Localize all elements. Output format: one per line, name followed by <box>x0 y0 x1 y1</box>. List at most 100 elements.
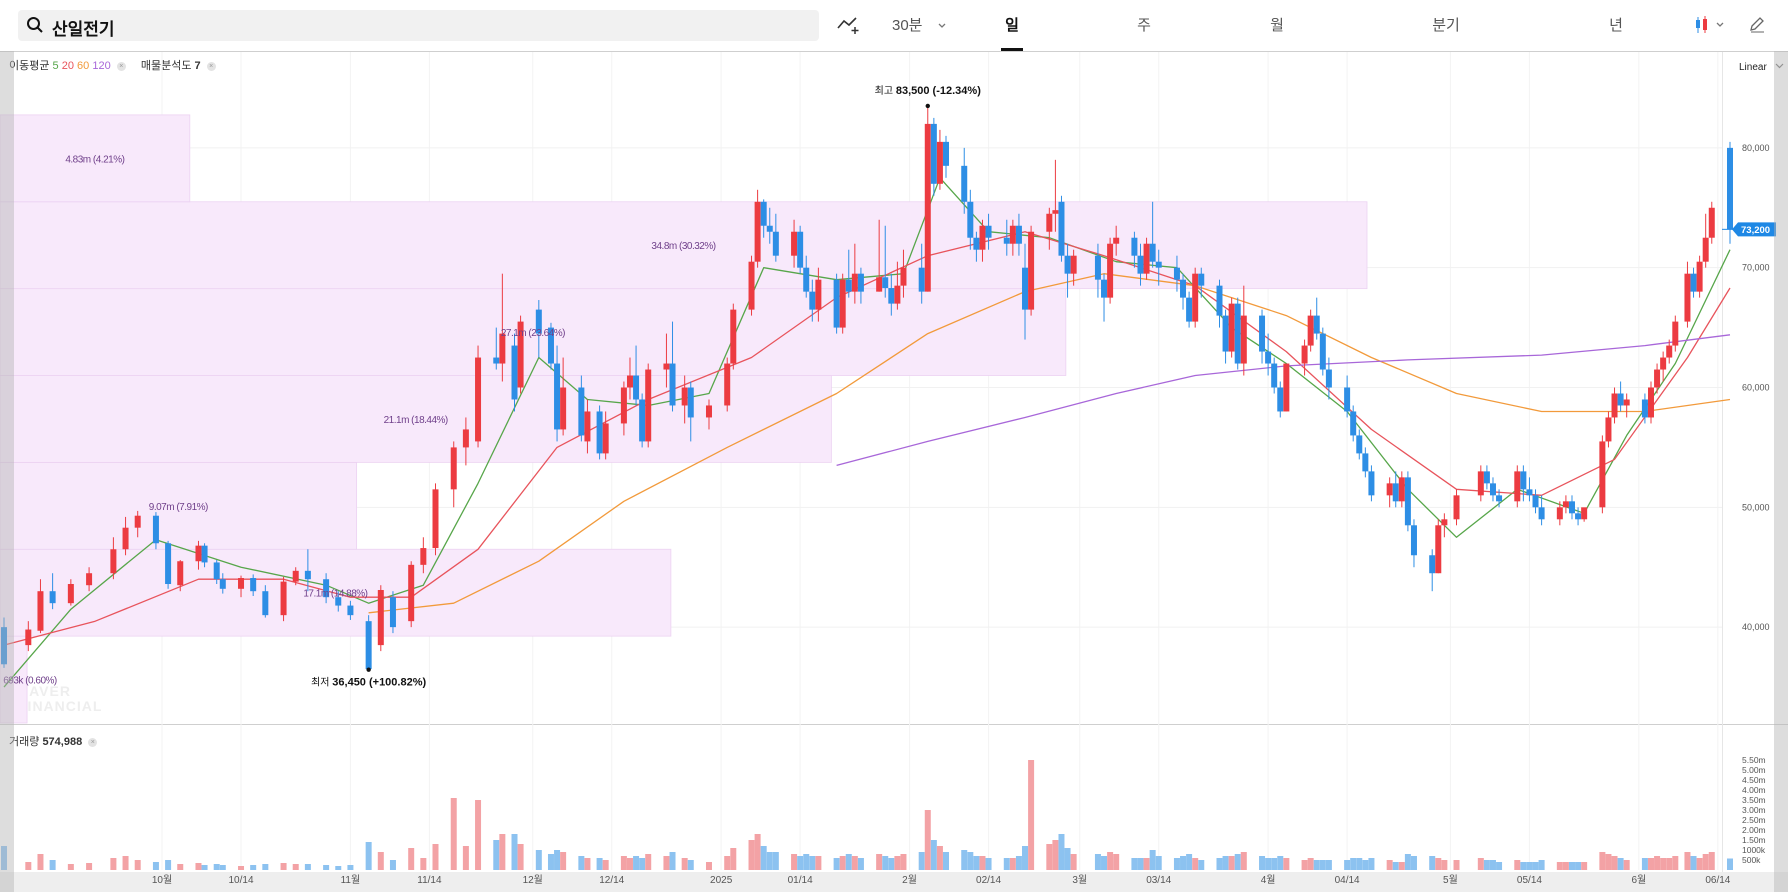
candle-body <box>1277 387 1284 412</box>
scale-label: Linear <box>1739 62 1767 73</box>
interval-dropdown[interactable]: 30분 <box>892 14 947 35</box>
volume-bar <box>1392 862 1399 870</box>
candle-body <box>620 387 627 424</box>
search-input[interactable]: 산일전기 <box>52 15 115 40</box>
x-tick-label: 2월 <box>902 874 917 886</box>
candle-body <box>37 591 44 631</box>
search-box[interactable]: 산일전기 <box>18 10 819 41</box>
volume-bar <box>839 856 846 870</box>
price-chart[interactable]: 10월 10/14 11월 11/14 12월 12/14 2025 01/14 2월 02/14… <box>0 0 1788 892</box>
volume-bar <box>924 810 931 870</box>
volume-bar <box>49 860 56 870</box>
volume-bar <box>876 854 883 870</box>
candle-body <box>766 225 773 232</box>
volume-bar <box>1599 852 1606 870</box>
candle-body <box>1562 501 1569 508</box>
candle-body <box>335 597 342 606</box>
tab-week[interactable]: 주 <box>1127 14 1161 35</box>
volume-bar <box>1532 862 1539 870</box>
volume-bar <box>1240 852 1247 870</box>
volume-bar <box>1107 852 1114 870</box>
ma-legend-60: 60 <box>77 60 90 72</box>
close-volume-icon[interactable]: × <box>88 737 98 747</box>
candle-body <box>1198 273 1205 286</box>
volume-bar <box>420 858 427 870</box>
volume-bar <box>633 856 640 870</box>
candle-body <box>1265 351 1272 364</box>
candle-body <box>1647 387 1654 418</box>
close-ma-icon[interactable]: × <box>116 61 126 71</box>
volume-bar <box>1259 856 1266 870</box>
candle-body <box>985 225 992 238</box>
candle-body <box>1611 393 1618 418</box>
volume-tick-label: 2.00m <box>1742 825 1766 835</box>
candle-body <box>724 363 731 406</box>
volume-bar <box>280 863 287 870</box>
volume-bar <box>1702 854 1709 870</box>
volume-bar <box>1568 862 1575 870</box>
volume-bar <box>335 866 342 870</box>
candle-body <box>165 543 172 585</box>
high-price-label: 최고 83,500 (-12.34%) <box>875 85 982 97</box>
candle-body <box>602 423 609 454</box>
search-icon[interactable] <box>26 16 44 34</box>
close-vp-icon[interactable]: × <box>206 61 216 71</box>
volume-bar <box>1672 856 1679 870</box>
volume-bar <box>918 852 925 870</box>
volume-bar <box>1046 844 1053 870</box>
tab-day[interactable]: 일 <box>995 14 1029 35</box>
tab-year[interactable]: 년 <box>1599 14 1633 35</box>
candle-body <box>888 288 895 304</box>
candle-body <box>961 165 968 202</box>
candle-body <box>110 549 117 574</box>
volume-bar <box>250 865 257 870</box>
candle-body <box>1070 255 1077 274</box>
volume-bar <box>1496 862 1503 870</box>
volume-bar <box>389 860 396 870</box>
tab-quarter[interactable]: 분기 <box>1426 14 1466 35</box>
volume-bar <box>554 850 561 870</box>
volume-bar <box>1192 858 1199 870</box>
candle-body <box>1702 237 1709 262</box>
candle-type-icon[interactable] <box>1693 15 1729 35</box>
candle-body <box>1514 471 1521 502</box>
volume-bar <box>1350 858 1357 870</box>
volume-bar <box>1526 862 1533 870</box>
pencil-icon[interactable] <box>1748 15 1766 33</box>
volume-bar <box>645 854 652 870</box>
volume-bar <box>1362 860 1369 870</box>
volume-bar <box>1283 858 1290 870</box>
volume-bar <box>1313 860 1320 870</box>
draw-line-icon[interactable] <box>836 15 862 35</box>
volume-bar <box>1222 856 1229 870</box>
volume-bar <box>1489 860 1496 870</box>
volume-bar <box>511 834 518 870</box>
volume-bar <box>1064 848 1071 870</box>
candle-body <box>1398 477 1405 502</box>
volume-bar <box>943 852 950 870</box>
candle-body <box>195 545 202 562</box>
candle-body <box>1654 369 1661 388</box>
volume-bar <box>219 865 226 870</box>
volume-bar <box>1696 858 1703 870</box>
candle-body <box>1526 489 1533 496</box>
candle-body <box>1623 399 1630 406</box>
volume-bar <box>626 858 633 870</box>
x-tick-label: 02/14 <box>976 875 1001 886</box>
candle-body <box>1641 399 1648 418</box>
volume-bar <box>1605 854 1612 870</box>
volume-bar <box>851 856 858 870</box>
volume-bar <box>1356 858 1363 870</box>
tab-month[interactable]: 월 <box>1260 14 1294 35</box>
volume-bar <box>323 865 330 870</box>
volume-bar <box>772 852 779 870</box>
candle-body <box>967 201 974 238</box>
candle-body <box>1058 201 1065 256</box>
watermark-line-2: FINANCIAL <box>18 698 103 714</box>
candle-body <box>791 231 798 256</box>
candle-body <box>1605 417 1612 442</box>
volume-bar <box>1186 854 1193 870</box>
volume-bar <box>791 854 798 870</box>
volume-bar <box>754 834 761 870</box>
volume-bar <box>596 858 603 870</box>
